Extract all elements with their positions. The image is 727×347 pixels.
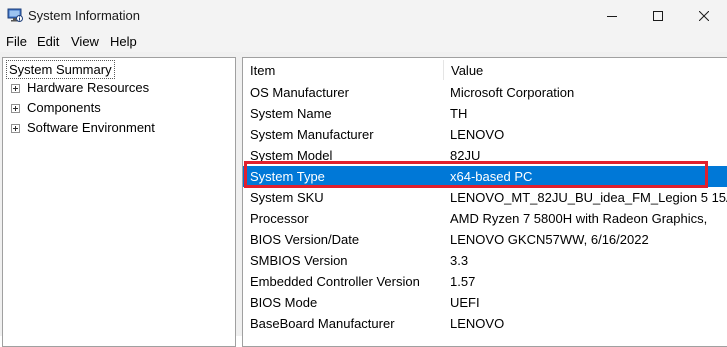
table-row-selected[interactable]: System Type x64-based PC [243,166,727,187]
table-row[interactable]: System Model 82JU [243,145,727,166]
tree-item-label: Hardware Resources [27,80,150,95]
menu-view[interactable]: View [71,34,99,50]
table-row[interactable]: System Manufacturer LENOVO [243,124,727,145]
table-row[interactable]: Embedded Controller Version 1.57 [243,271,727,292]
value-cell: AMD Ryzen 7 5800H with Radeon Graphics, [450,211,708,226]
value-cell: Microsoft Corporation [450,85,575,100]
content-area: System Summary Hardware Resources Compon… [0,52,727,347]
item-cell: System Manufacturer [250,127,374,142]
value-cell: 1.57 [450,274,476,289]
value-cell: UEFI [450,295,480,310]
item-cell: SMBIOS Version [250,253,348,268]
title-bar[interactable]: System Information [0,0,727,32]
value-cell: LENOVO GKCN57WW, 6/16/2022 [450,232,649,247]
expand-plus-icon[interactable] [11,83,20,93]
tree-item-hardware-resources[interactable]: Hardware Resources [11,79,149,97]
maximize-button[interactable] [635,0,681,32]
column-header-value[interactable]: Value [451,63,483,79]
category-tree[interactable]: System Summary Hardware Resources Compon… [2,57,236,347]
value-cell: 3.3 [450,253,469,268]
minimize-icon [607,16,617,17]
details-list[interactable]: Item Value OS Manufacturer Microsoft Cor… [242,57,727,347]
item-cell: System SKU [250,190,324,205]
table-row[interactable]: BaseBoard Manufacturer LENOVO [243,313,727,334]
table-row[interactable]: BIOS Mode UEFI [243,292,727,313]
expand-plus-icon[interactable] [11,123,20,133]
column-divider[interactable] [443,60,444,80]
item-cell: BIOS Mode [250,295,318,310]
tree-item-system-summary[interactable]: System Summary [6,60,115,79]
expand-plus-icon[interactable] [11,103,20,113]
table-row[interactable]: System SKU LENOVO_MT_82JU_BU_idea_FM_Leg… [243,187,727,208]
value-cell: LENOVO_MT_82JU_BU_idea_FM_Legion 5 15A [450,190,727,205]
system-information-app-icon [7,8,23,22]
value-cell: x64-based PC [450,169,533,184]
close-icon [699,11,709,21]
item-cell: BaseBoard Manufacturer [250,316,395,331]
item-cell: Embedded Controller Version [250,274,420,289]
table-row[interactable]: BIOS Version/Date LENOVO GKCN57WW, 6/16/… [243,229,727,250]
item-cell: Processor [250,211,309,226]
menu-bar: File Edit View Help [0,32,727,52]
item-cell: System Model [250,148,333,163]
menu-edit[interactable]: Edit [37,34,59,50]
value-cell: LENOVO [450,316,505,331]
item-cell: OS Manufacturer [250,85,349,100]
close-button[interactable] [681,0,727,32]
maximize-icon [653,11,663,21]
table-row[interactable]: System Name TH [243,103,727,124]
list-body: OS Manufacturer Microsoft Corporation Sy… [243,82,727,334]
table-row[interactable]: OS Manufacturer Microsoft Corporation [243,82,727,103]
item-cell: System Type [250,169,325,184]
menu-help[interactable]: Help [110,34,137,50]
value-cell: LENOVO [450,127,505,142]
tree-item-label: Software Environment [27,120,155,135]
tree-item-software-environment[interactable]: Software Environment [11,119,155,137]
item-cell: BIOS Version/Date [250,232,360,247]
window-title: System Information [28,8,140,23]
tree-item-label: Components [27,100,101,115]
item-cell: System Name [250,106,332,121]
value-cell: TH [450,106,468,121]
value-cell: 82JU [450,148,481,163]
column-header-item[interactable]: Item [250,63,275,79]
minimize-button[interactable] [589,0,635,32]
table-row[interactable]: Processor AMD Ryzen 7 5800H with Radeon … [243,208,727,229]
menu-file[interactable]: File [6,34,27,50]
table-row[interactable]: SMBIOS Version 3.3 [243,250,727,271]
tree-item-components[interactable]: Components [11,99,101,117]
list-header: Item Value [243,58,727,82]
